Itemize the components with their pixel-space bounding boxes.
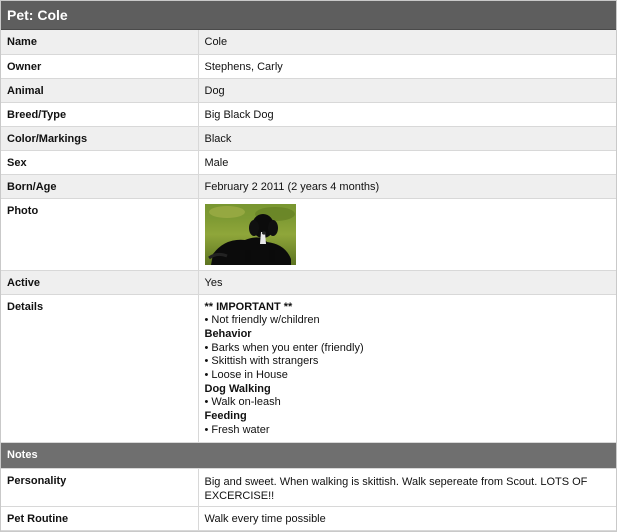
pet-info-table: Name Cole Owner Stephens, Carly Animal D…	[1, 30, 616, 443]
table-row: Pet Routine Walk every time possible	[1, 506, 616, 531]
detail-line: • Not friendly w/children	[204, 314, 320, 327]
details-cell: ** IMPORTANT ** • Not friendly w/childre…	[198, 294, 616, 443]
row-label: Owner	[1, 54, 199, 79]
row-label: Sex	[1, 150, 199, 175]
table-row: Sex Male	[1, 150, 616, 175]
row-label: Pet Routine	[1, 506, 199, 531]
row-value: Dog	[198, 78, 616, 103]
row-label: Born/Age	[1, 174, 199, 199]
detail-line: • Barks when you enter (friendly)	[204, 341, 364, 354]
table-row: Color/Markings Black	[1, 126, 616, 151]
behavior-heading: Behavior	[204, 327, 252, 340]
notes-table: Personality Big and sweet. When walking …	[1, 468, 616, 531]
row-value: Big and sweet. When walking is skittish.…	[198, 468, 616, 507]
row-value: Male	[198, 150, 616, 175]
pet-profile-panel: Pet: Cole Name Cole Owner Stephens, Carl…	[0, 0, 617, 532]
table-row: Owner Stephens, Carly	[1, 54, 616, 79]
table-row: Animal Dog	[1, 78, 616, 103]
table-row: Active Yes	[1, 270, 616, 295]
detail-line: • Skittish with strangers	[204, 355, 319, 368]
photo-cell	[198, 198, 616, 271]
detail-line: • Loose in House	[204, 369, 288, 382]
detail-line: • Walk on-leash	[204, 396, 281, 409]
table-row: Photo	[1, 198, 616, 271]
row-label: Breed/Type	[1, 102, 199, 127]
walking-heading: Dog Walking	[204, 382, 271, 395]
row-label: Photo	[1, 198, 199, 271]
row-value: Black	[198, 126, 616, 151]
feeding-heading: Feeding	[204, 410, 247, 423]
row-value: Big Black Dog	[198, 102, 616, 127]
table-row: Personality Big and sweet. When walking …	[1, 468, 616, 507]
row-label: Color/Markings	[1, 126, 199, 151]
page-title: Pet: Cole	[1, 1, 616, 30]
row-value: February 2 2011 (2 years 4 months)	[198, 174, 616, 199]
row-label: Active	[1, 270, 199, 295]
notes-header: Notes	[1, 442, 616, 469]
row-value: Yes	[198, 270, 616, 295]
table-row: Breed/Type Big Black Dog	[1, 102, 616, 127]
table-row: Name Cole	[1, 30, 616, 55]
row-value: Walk every time possible	[198, 506, 616, 531]
row-label: Name	[1, 30, 199, 55]
row-value: Stephens, Carly	[198, 54, 616, 79]
row-label: Animal	[1, 78, 199, 103]
row-value: Cole	[198, 30, 616, 55]
table-row: Details ** IMPORTANT ** • Not friendly w…	[1, 294, 616, 443]
row-label: Details	[1, 294, 199, 443]
table-row: Born/Age February 2 2011 (2 years 4 mont…	[1, 174, 616, 199]
detail-line: • Fresh water	[204, 423, 270, 436]
pet-photo	[204, 203, 296, 265]
row-label: Personality	[1, 468, 199, 507]
important-heading: ** IMPORTANT **	[204, 300, 293, 313]
